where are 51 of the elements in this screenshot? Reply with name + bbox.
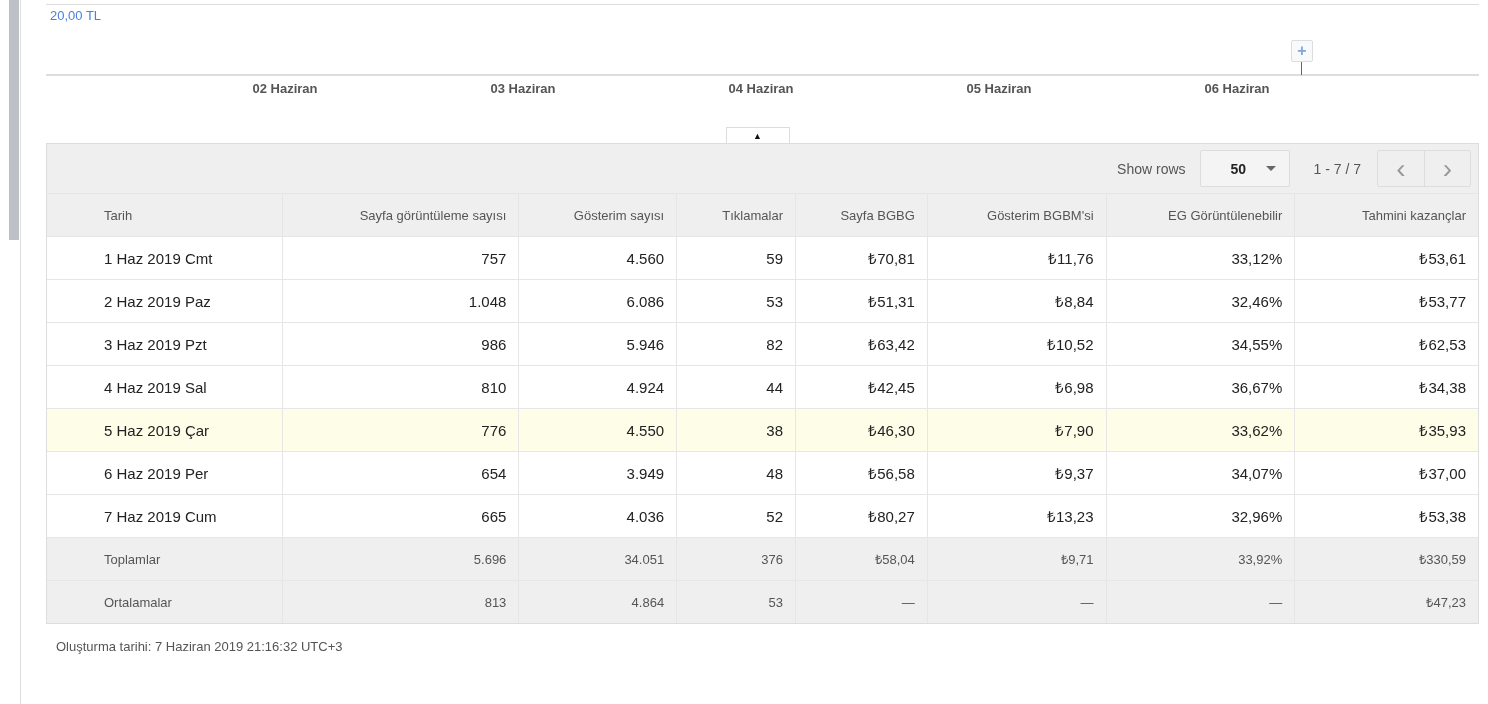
table-cell: 4.036 xyxy=(518,495,677,537)
table-cell: 32,96% xyxy=(1105,495,1295,537)
table-cell: ₺53,38 xyxy=(1294,495,1478,537)
table-row[interactable]: 5 Haz 2019 Çar 776 4.550 38 ₺46,30 ₺7,90 33,62% ₺35,93 xyxy=(47,408,1478,451)
summary-cell: 34.051 xyxy=(518,538,677,580)
summary-cell: 4.864 xyxy=(518,581,677,623)
table-cell-text: 7 Haz 2019 Cum xyxy=(103,506,218,527)
table-cell: ₺13,23 xyxy=(926,495,1106,537)
page-range: 1 - 7 / 7 xyxy=(1313,160,1361,177)
summary-cell: ₺58,04 xyxy=(795,538,927,580)
table-cell-text: 1 Haz 2019 Cmt xyxy=(103,248,214,269)
rows-dropdown[interactable]: 50 xyxy=(1199,150,1290,187)
x-axis-label: 06 Haziran xyxy=(1204,81,1270,96)
table-row[interactable]: 1 Haz 2019 Cmt 757 4.560 59 ₺70,81 ₺11,76 33,12% ₺53,61 xyxy=(47,236,1478,279)
table-cell: 665 xyxy=(281,495,519,537)
summary-cell: 5.696 xyxy=(281,538,519,580)
table-row[interactable]: 6 Haz 2019 Per 654 3.949 48 ₺56,58 ₺9,37 34,07% ₺37,00 xyxy=(47,451,1478,494)
collapse-tab[interactable]: ▲ xyxy=(725,127,790,143)
summary-cell: ₺9,71 xyxy=(926,538,1106,580)
caret-icon xyxy=(1266,166,1277,171)
summary-cell-text: Ortalamalar xyxy=(103,593,173,612)
table-cell-text: 2 Haz 2019 Paz xyxy=(103,291,212,312)
table-row[interactable]: 2 Haz 2019 Paz 1.048 6.086 53 ₺51,31 ₺8,84 32,46% ₺53,77 xyxy=(47,279,1478,322)
created-date-text: Oluşturma tarihi: 7 Haziran 2019 21:16:32 UTC+3 xyxy=(55,638,344,654)
table-cell-text: 5 Haz 2019 Çar xyxy=(103,420,211,441)
summary-cell: 33,92% xyxy=(1105,538,1295,580)
y-axis-label: 20,00 TL xyxy=(50,8,102,23)
x-axis-label: 02 Haziran xyxy=(252,81,318,96)
x-axis-label: 05 Haziran xyxy=(966,81,1032,96)
table-row[interactable]: 3 Haz 2019 Pzt 986 5.946 82 ₺63,42 ₺10,52 34,55% ₺62,53 xyxy=(47,322,1478,365)
show-rows-label: Show rows xyxy=(1117,160,1186,177)
table-cell: ₺80,27 xyxy=(795,495,927,537)
summary-cell: — xyxy=(1105,581,1295,623)
x-axis-label: 03 Haziran xyxy=(490,81,556,96)
x-axis-label: 04 Haziran xyxy=(728,81,794,96)
table-row[interactable]: 4 Haz 2019 Sal 810 4.924 44 ₺42,45 ₺6,98 36,67% ₺34,38 xyxy=(47,365,1478,408)
summary-cell: 813 xyxy=(281,581,519,623)
summary-cell-text: Toplamlar xyxy=(103,550,162,569)
summary-cell: 376 xyxy=(676,538,795,580)
table-cell-text: 6 Haz 2019 Per xyxy=(103,463,210,484)
summary-cell: 53 xyxy=(676,581,795,623)
summary-cell: — xyxy=(795,581,927,623)
summary-cell: — xyxy=(926,581,1106,623)
table-row[interactable]: 7 Haz 2019 Cum 665 4.036 52 ₺80,27 ₺13,23 32,96% ₺53,38 xyxy=(47,494,1478,537)
column-header[interactable]: Tarih xyxy=(47,194,282,236)
summary-cell: ₺330,59 xyxy=(1294,538,1478,580)
table-cell-text: 4 Haz 2019 Sal xyxy=(103,377,208,398)
summary-cell: ₺47,23 xyxy=(1294,581,1478,623)
table-cell: 52 xyxy=(676,495,795,537)
scrollbar-thumb[interactable] xyxy=(9,0,19,240)
table-cell-text: 3 Haz 2019 Pzt xyxy=(103,334,208,355)
